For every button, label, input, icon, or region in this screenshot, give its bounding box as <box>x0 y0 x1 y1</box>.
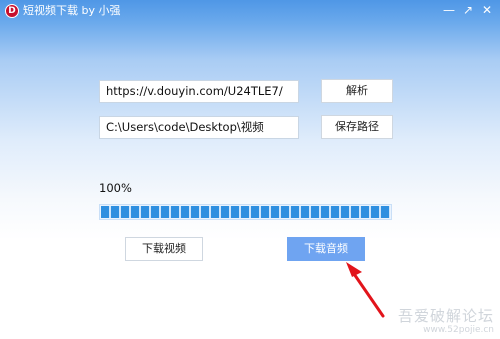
url-input[interactable]: https://v.douyin.com/U24TLE7/ <box>99 80 299 103</box>
parse-button[interactable]: 解析 <box>321 79 393 103</box>
download-video-button[interactable]: 下载视频 <box>125 237 203 261</box>
download-audio-button[interactable]: 下载音频 <box>287 237 365 261</box>
close-button[interactable]: ✕ <box>478 2 496 19</box>
progress-fill <box>101 206 390 218</box>
app-logo-icon: D <box>5 4 19 18</box>
restore-button[interactable]: ↗ <box>459 2 477 19</box>
annotation-arrow <box>346 262 385 318</box>
minimize-button[interactable]: — <box>440 2 458 19</box>
save-path-input[interactable]: C:\Users\code\Desktop\视频 <box>99 116 299 139</box>
watermark: 吾爱破解论坛 www.52pojie.cn <box>398 309 494 335</box>
watermark-url: www.52pojie.cn <box>423 325 494 335</box>
window-title: 短视频下载 by 小强 <box>23 4 121 17</box>
watermark-text: 吾爱破解论坛 <box>397 307 494 325</box>
save-path-button[interactable]: 保存路径 <box>321 115 393 139</box>
app-window: D 短视频下载 by 小强 — ↗ ✕ https://v.douyin.com… <box>0 0 500 339</box>
title-bar[interactable]: D 短视频下载 by 小强 — ↗ ✕ <box>0 0 500 22</box>
progress-percent: 100% <box>99 181 132 195</box>
progress-bar <box>99 204 392 220</box>
